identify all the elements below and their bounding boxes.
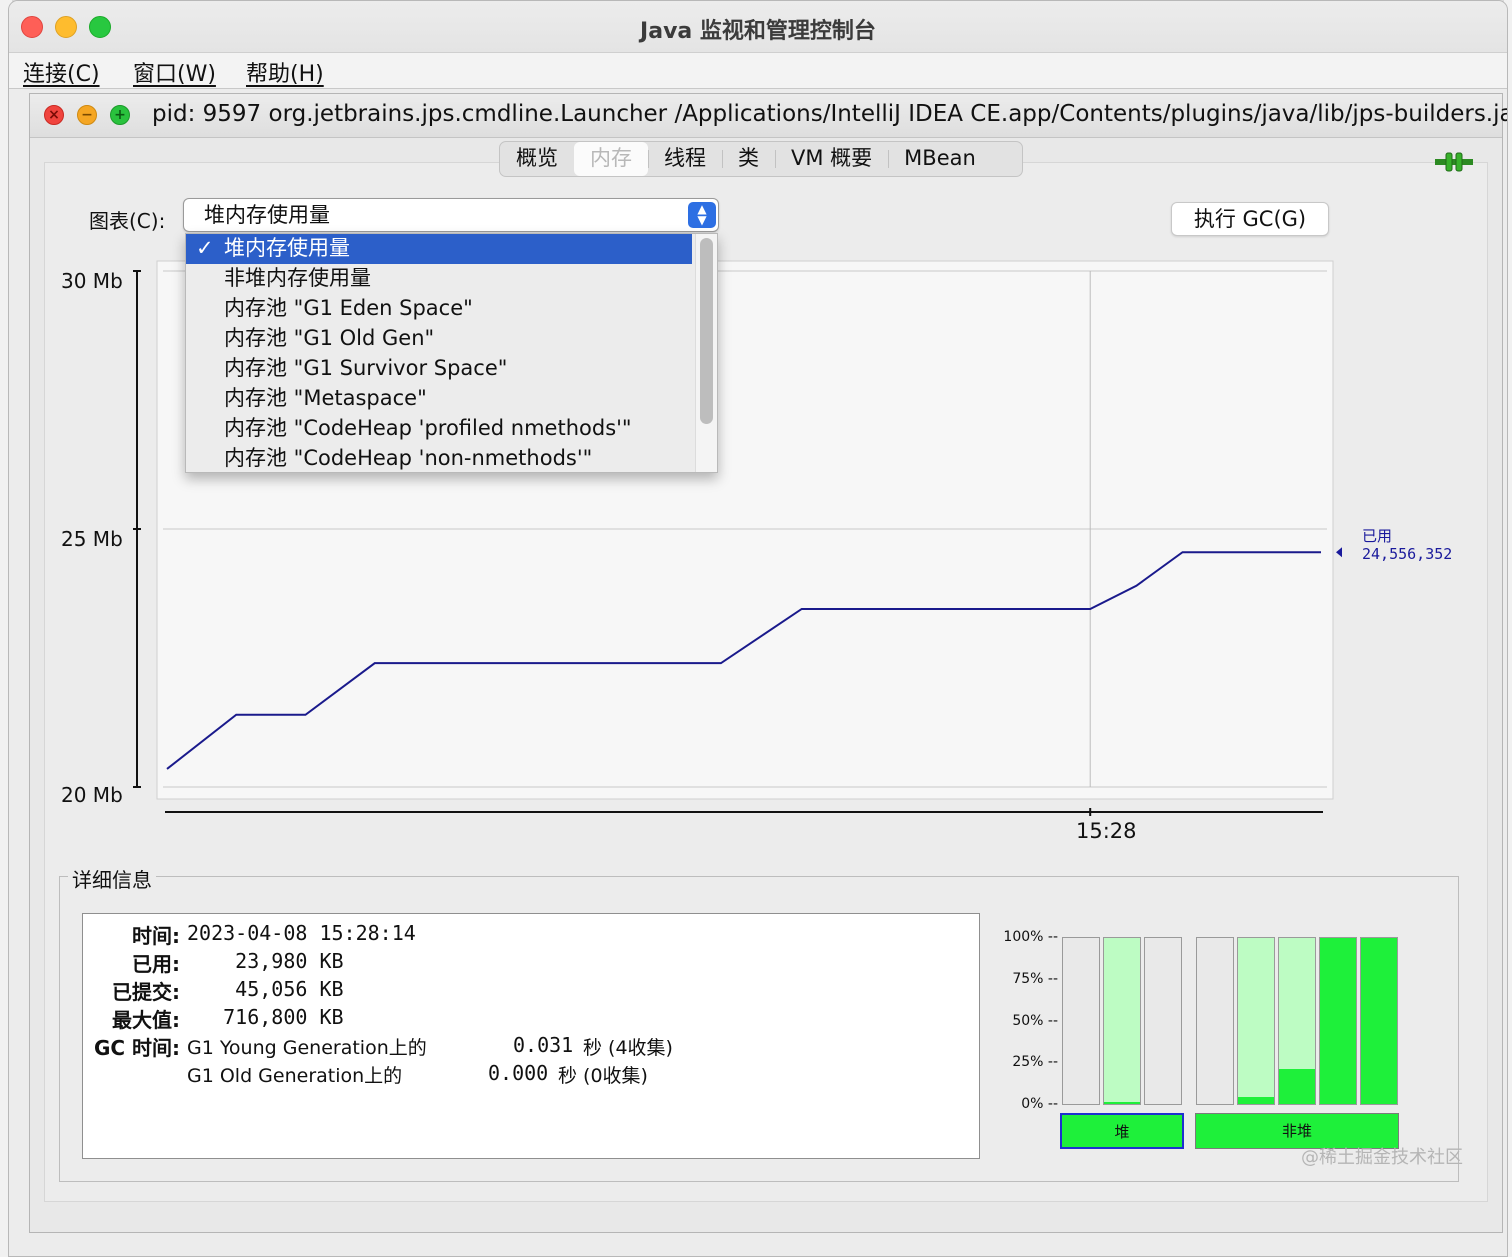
dropdown-option-label: 堆内存使用量 <box>224 236 350 260</box>
nonheap-pool-bar[interactable] <box>1196 937 1234 1105</box>
connection-frame-title: pid: 9597 org.jetbrains.jps.cmdline.Laun… <box>152 101 1508 127</box>
dropdown-option-label: 内存池 "G1 Old Gen" <box>224 326 435 350</box>
max-label: 最大值: <box>112 1008 180 1032</box>
dropdown-option[interactable]: ✓ 堆内存使用量 <box>186 234 692 264</box>
memory-pool-bars: 100% -- 75% -- 50% -- 25% -- 0% -- 堆 非堆 <box>990 927 1450 1157</box>
time-label: 时间: <box>132 924 180 948</box>
bar-used-fill <box>1238 1097 1274 1104</box>
dropdown-option-label: 内存池 "Metaspace" <box>224 386 427 410</box>
max-value: 716,800 KB <box>187 1005 344 1029</box>
current-value-marker <box>1336 547 1342 558</box>
frame-close-button[interactable]: × <box>44 105 64 125</box>
bar-used-fill <box>1320 938 1356 1104</box>
gc-collector-time: 0.000 <box>488 1061 549 1085</box>
y-tick-label: 30 Mb <box>61 269 123 293</box>
dropdown-option[interactable]: 内存池 "CodeHeap 'profiled nmethods'" <box>186 414 692 444</box>
chart-selector-dropdown: ✓ 堆内存使用量 非堆内存使用量内存池 "G1 Eden Space" 内存池 "G1… <box>185 233 718 473</box>
committed-label: 已提交: <box>112 980 180 1004</box>
committed-value: 45,056 KB <box>187 977 344 1001</box>
dropdown-option-label: 非堆内存使用量 <box>224 266 371 290</box>
dropdown-option-label: 内存池 "CodeHeap 'profiled nmethods'" <box>224 416 632 440</box>
menu-window[interactable]: 窗口(W) <box>133 56 216 88</box>
dropdown-option-label: 内存池 "CodeHeap 'non-nmethods'" <box>224 446 593 470</box>
gc-collector-time: 0.031 <box>513 1033 574 1057</box>
nonheap-pool-bar[interactable] <box>1237 937 1275 1105</box>
used-value: 23,980 KB <box>187 949 344 973</box>
time-value: 2023-04-08 15:28:14 <box>187 921 416 945</box>
frame-maximize-button[interactable]: + <box>110 105 130 125</box>
nonheap-pool-bar[interactable] <box>1278 937 1316 1105</box>
dropdown-option[interactable]: 内存池 "G1 Old Gen" <box>186 324 692 354</box>
used-annotation-value: 24,556,352 <box>1362 545 1453 563</box>
title-bar: Java 监视和管理控制台 <box>9 1 1507 53</box>
x-tick-label: 15:28 <box>1076 819 1137 843</box>
details-title: 详细信息 <box>68 864 156 893</box>
dropdown-option-label: 内存池 "G1 Survivor Space" <box>224 356 508 380</box>
percent-label: 100% -- <box>1003 929 1058 945</box>
percent-label: 0% -- <box>1021 1096 1058 1112</box>
connection-frame-title-bar: × − + pid: 9597 org.jetbrains.jps.cmdlin… <box>30 94 1507 138</box>
window-title: Java 监视和管理控制台 <box>640 19 876 44</box>
gc-collector-name: G1 Old Generation上的 <box>187 1065 403 1087</box>
percent-label: 50% -- <box>1012 1013 1058 1029</box>
menu-connection[interactable]: 连接(C) <box>23 56 100 88</box>
jconsole-window: Java 监视和管理控制台 连接(C) 窗口(W) 帮助(H) × − + pi… <box>8 0 1508 1257</box>
nonheap-pool-bar[interactable] <box>1360 937 1398 1105</box>
checkmark-icon: ✓ <box>196 236 214 260</box>
heap-pool-bar[interactable] <box>1144 937 1182 1105</box>
dropdown-scroll-track[interactable] <box>695 234 717 472</box>
heap-pool-bar[interactable] <box>1103 937 1141 1105</box>
dropdown-option[interactable]: 非堆内存使用量 <box>186 264 692 294</box>
watermark: @稀土掘金技术社区 <box>1301 1147 1463 1168</box>
percent-label: 25% -- <box>1012 1054 1058 1070</box>
memory-tab-content: 概览 内存 线程 类 VM 概要 MBean 图表(C): 堆内存使用量 ▲ ▼ … <box>44 141 1488 1202</box>
connection-frame: × − + pid: 9597 org.jetbrains.jps.cmdlin… <box>29 93 1507 1233</box>
y-tick-label: 20 Mb <box>61 783 123 807</box>
y-tick-label: 25 Mb <box>61 527 123 551</box>
gc-collector-unit: 秒 (4收集) <box>583 1037 673 1059</box>
frame-minimize-button[interactable]: − <box>77 105 97 125</box>
used-label: 已用: <box>132 952 180 976</box>
nonheap-pool-bar[interactable] <box>1319 937 1357 1105</box>
details-panel: 详细信息 时间: 2023-04-08 15:28:14 已用: 23,980 … <box>59 864 1459 1182</box>
dropdown-option[interactable]: 内存池 "Metaspace" <box>186 384 692 414</box>
heap-pool-bar[interactable] <box>1062 937 1100 1105</box>
details-text-area: 时间: 2023-04-08 15:28:14 已用: 23,980 KB 已提… <box>82 913 980 1159</box>
menu-help[interactable]: 帮助(H) <box>246 56 324 88</box>
dropdown-option[interactable]: 内存池 "G1 Eden Space" <box>186 294 692 324</box>
dropdown-option-label: 内存池 "G1 Eden Space" <box>224 296 473 320</box>
heap-legend-button[interactable]: 堆 <box>1060 1113 1184 1149</box>
dropdown-option[interactable]: 内存池 "G1 Survivor Space" <box>186 354 692 384</box>
bar-used-fill <box>1104 1102 1140 1104</box>
dropdown-option[interactable]: 内存池 "CodeHeap 'non-nmethods'" <box>186 444 692 472</box>
menu-bar: 连接(C) 窗口(W) 帮助(H) <box>9 53 1507 89</box>
percent-label: 75% -- <box>1012 971 1058 987</box>
gc-collector-unit: 秒 (0收集) <box>558 1065 648 1087</box>
bar-used-fill <box>1279 1069 1315 1104</box>
current-used-annotation: 已用 24,556,352 <box>1362 527 1452 563</box>
gc-time-label: GC 时间: <box>93 1036 180 1060</box>
gc-collector-name: G1 Young Generation上的 <box>187 1037 427 1059</box>
bar-used-fill <box>1361 938 1397 1104</box>
used-annotation-label: 已用 <box>1362 527 1393 545</box>
dropdown-scrollbar-thumb[interactable] <box>700 238 713 424</box>
